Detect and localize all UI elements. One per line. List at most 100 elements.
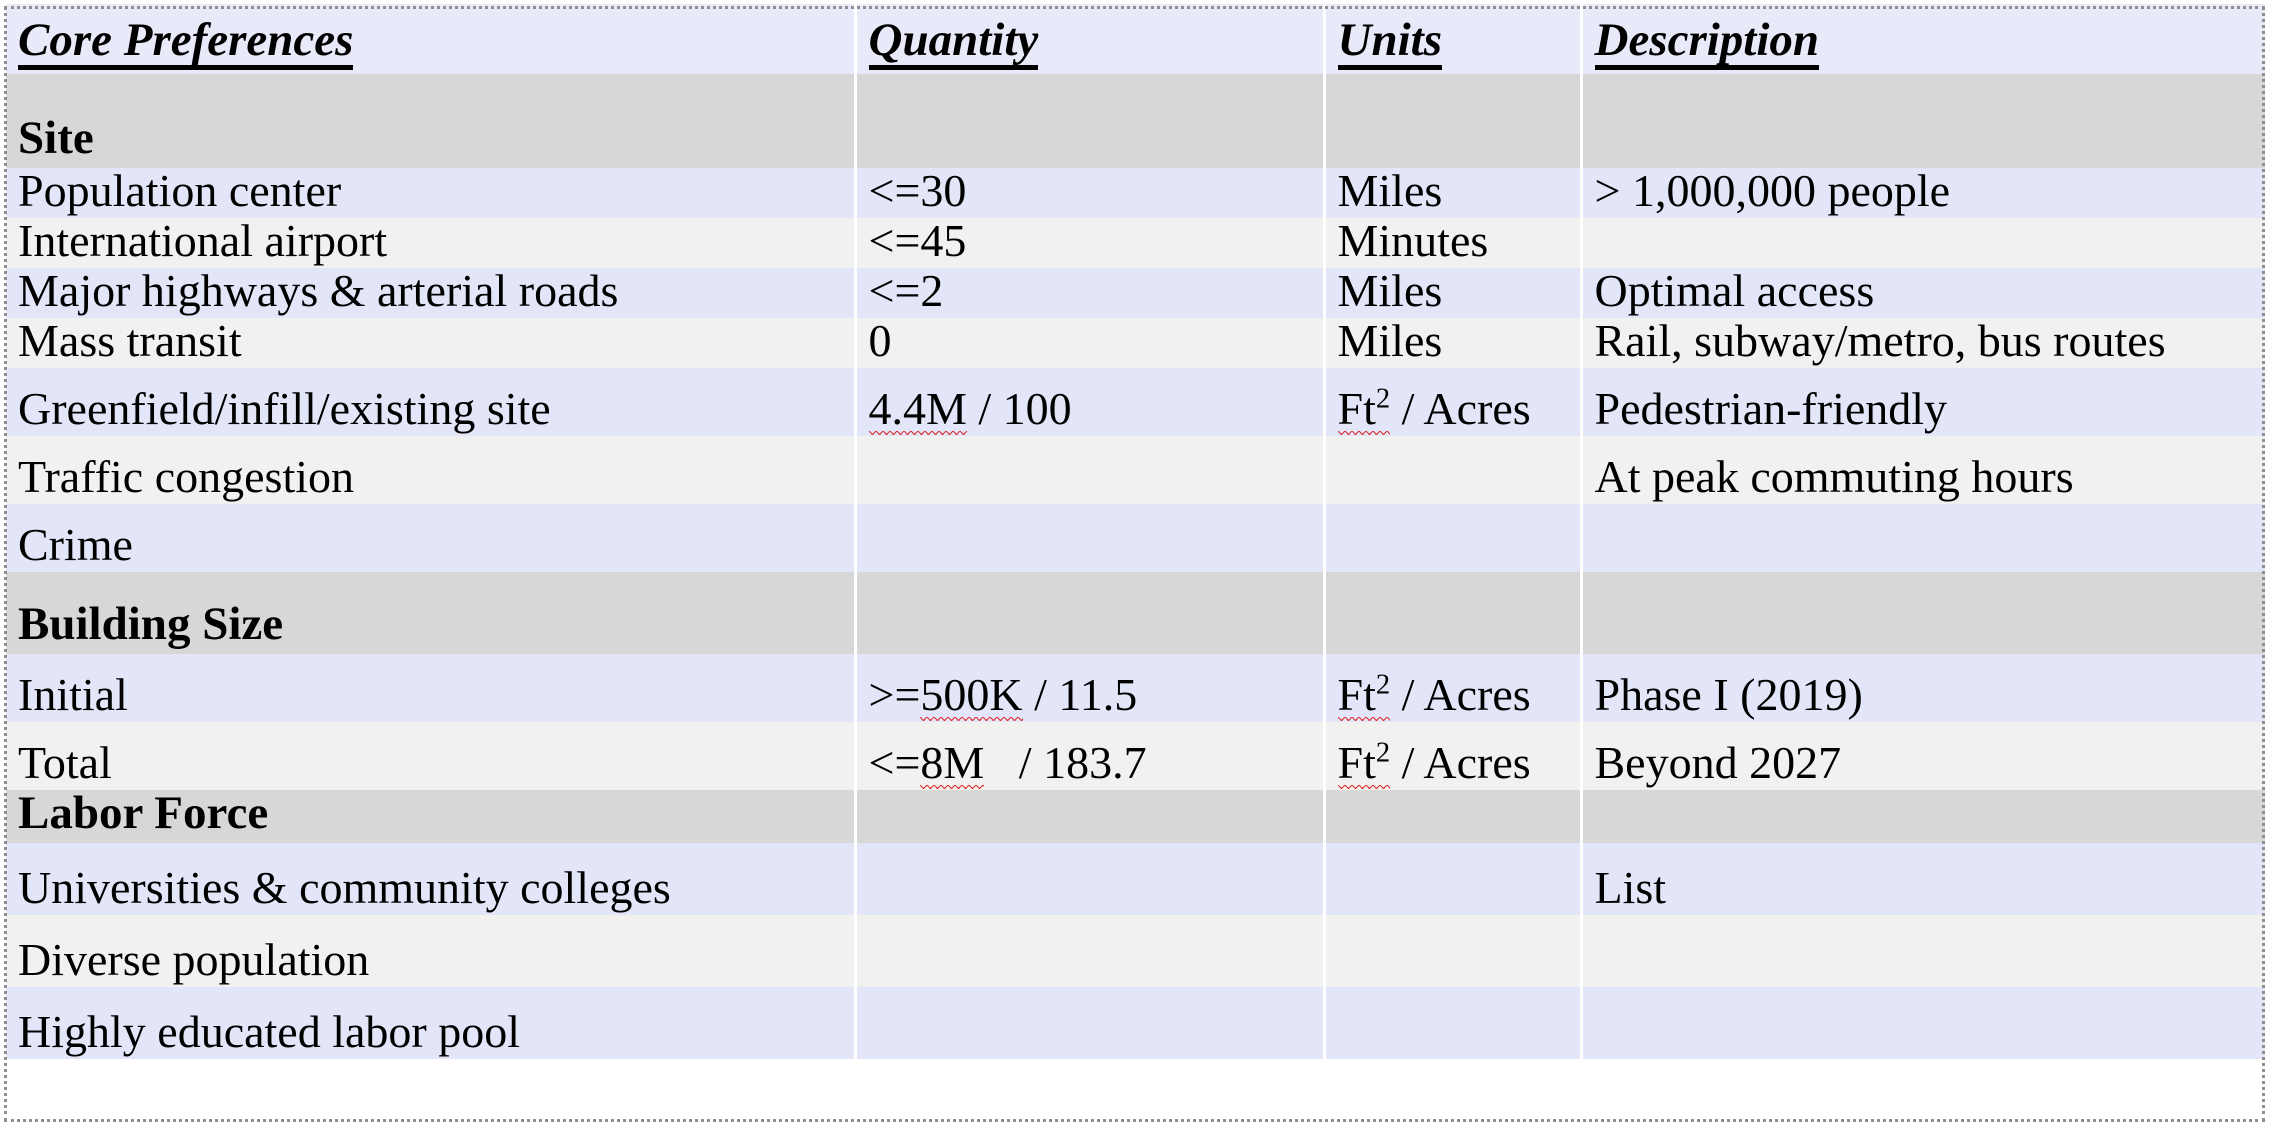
cell-units[interactable]: Miles: [1324, 318, 1583, 368]
spellcheck-term: Ft2: [1337, 383, 1390, 435]
cell-preference[interactable]: Mass transit: [6, 318, 857, 368]
cell-quantity-operator: >=: [868, 669, 921, 720]
cell-quantity[interactable]: [855, 843, 1326, 915]
cell-preference[interactable]: Greenfield/infill/existing site: [6, 368, 857, 436]
cell-quantity-rest: / 11.5: [1022, 669, 1138, 720]
cell-units[interactable]: [1324, 843, 1583, 915]
cell-preference[interactable]: Diverse population: [6, 915, 857, 987]
column-header-description[interactable]: Description: [1581, 4, 2265, 74]
cell-description[interactable]: Phase I (2019): [1581, 654, 2265, 722]
section-row-site: Site: [6, 74, 2265, 168]
column-header-quantity[interactable]: Quantity: [855, 4, 1326, 74]
table-row: Major highways & arterial roads <=2 Mile…: [6, 268, 2265, 318]
table-row: Crime: [6, 504, 2265, 572]
section-label-site[interactable]: Site: [6, 74, 857, 168]
cell-units[interactable]: [1324, 504, 1583, 572]
cell-units[interactable]: Ft2 / Acres: [1324, 654, 1583, 722]
cell-units-rest: / Acres: [1390, 669, 1531, 720]
cell-quantity[interactable]: <=2: [855, 268, 1326, 318]
cell-preference[interactable]: Traffic congestion: [6, 436, 857, 504]
cell-description[interactable]: Pedestrian-friendly: [1581, 368, 2265, 436]
cell-description[interactable]: Optimal access: [1581, 268, 2265, 318]
section-labor-description-cell[interactable]: [1581, 790, 2265, 843]
cell-description[interactable]: Beyond 2027: [1581, 722, 2265, 790]
section-building-units-cell[interactable]: [1324, 572, 1583, 654]
cell-preference[interactable]: Total: [6, 722, 857, 790]
table-row: Population center <=30 Miles > 1,000,000…: [6, 168, 2265, 218]
superscript-two: 2: [1375, 737, 1391, 769]
cell-preference[interactable]: Highly educated labor pool: [6, 987, 857, 1059]
cell-units[interactable]: Miles: [1324, 268, 1583, 318]
table-row: Diverse population: [6, 915, 2265, 987]
table-row: Greenfield/infill/existing site 4.4M / 1…: [6, 368, 2265, 436]
cell-quantity[interactable]: <=45: [855, 218, 1326, 268]
section-label-labor-force[interactable]: Labor Force: [6, 790, 857, 843]
cell-description[interactable]: [1581, 504, 2265, 572]
unit-ft: Ft: [1337, 737, 1376, 788]
section-row-building-size: Building Size: [6, 572, 2265, 654]
column-header-units-label: Units: [1337, 17, 1442, 70]
section-label-building-size[interactable]: Building Size: [6, 572, 857, 654]
cell-description[interactable]: [1581, 987, 2265, 1059]
cell-units[interactable]: [1324, 436, 1583, 504]
superscript-two: 2: [1375, 669, 1391, 701]
column-header-description-label: Description: [1594, 17, 1820, 70]
cell-quantity[interactable]: [855, 504, 1326, 572]
cell-units[interactable]: Miles: [1324, 168, 1583, 218]
section-site-description-cell[interactable]: [1581, 74, 2265, 168]
cell-preference[interactable]: Universities & community colleges: [6, 843, 857, 915]
unit-ft: Ft: [1337, 669, 1376, 720]
cell-description[interactable]: Rail, subway/metro, bus routes: [1581, 318, 2265, 368]
table-row: Total <=8M / 183.7 Ft2 / Acres Beyond 20…: [6, 722, 2265, 790]
cell-preference[interactable]: International airport: [6, 218, 857, 268]
cell-quantity[interactable]: 4.4M / 100: [855, 368, 1326, 436]
cell-units-rest: / Acres: [1390, 737, 1531, 788]
column-header-core-preferences[interactable]: Core Preferences: [6, 4, 857, 74]
cell-quantity[interactable]: <=30: [855, 168, 1326, 218]
spellcheck-term: Ft2: [1337, 737, 1391, 789]
section-labor-quantity-cell[interactable]: [855, 790, 1326, 843]
cell-units[interactable]: [1324, 915, 1583, 987]
section-site-quantity-cell[interactable]: [855, 74, 1326, 168]
cell-preference[interactable]: Population center: [6, 168, 857, 218]
cell-units[interactable]: Ft2 / Acres: [1324, 722, 1583, 790]
cell-units[interactable]: [1324, 987, 1583, 1059]
section-building-quantity-cell[interactable]: [855, 572, 1326, 654]
table-row: Mass transit 0 Miles Rail, subway/metro,…: [6, 318, 2265, 368]
cell-units[interactable]: Minutes: [1324, 218, 1583, 268]
table-row: International airport <=45 Minutes: [6, 218, 2265, 268]
cell-quantity[interactable]: <=8M / 183.7: [855, 722, 1326, 790]
section-site-units-cell[interactable]: [1324, 74, 1583, 168]
cell-quantity[interactable]: 0: [855, 318, 1326, 368]
cell-quantity-operator: <=: [868, 737, 921, 788]
column-header-units[interactable]: Units: [1324, 4, 1583, 74]
section-building-description-cell[interactable]: [1581, 572, 2265, 654]
column-header-quantity-label: Quantity: [868, 17, 1039, 70]
cell-quantity[interactable]: >=500K / 11.5: [855, 654, 1326, 722]
table-row: Highly educated labor pool: [6, 987, 2265, 1059]
spellcheck-term: 4.4M: [868, 383, 968, 435]
cell-quantity-rest: / 100: [966, 383, 1072, 434]
cell-description[interactable]: [1581, 218, 2265, 268]
cell-preference[interactable]: Major highways & arterial roads: [6, 268, 857, 318]
cell-units-rest: / Acres: [1390, 383, 1531, 434]
spellcheck-term: 8M: [920, 737, 985, 789]
cell-description[interactable]: List: [1581, 843, 2265, 915]
cell-quantity[interactable]: [855, 987, 1326, 1059]
table-container: Core Preferences Quantity Units Descript…: [0, 4, 2275, 1126]
cell-preference[interactable]: Initial: [6, 654, 857, 722]
table-header-row: Core Preferences Quantity Units Descript…: [6, 4, 2265, 74]
unit-ft: Ft: [1337, 383, 1376, 434]
core-preferences-table[interactable]: Core Preferences Quantity Units Descript…: [6, 4, 2265, 1059]
cell-quantity[interactable]: [855, 436, 1326, 504]
table-row: Initial >=500K / 11.5 Ft2 / Acres Phase …: [6, 654, 2265, 722]
table-row: Universities & community colleges List: [6, 843, 2265, 915]
section-labor-units-cell[interactable]: [1324, 790, 1583, 843]
cell-units[interactable]: Ft2 / Acres: [1324, 368, 1583, 436]
cell-description[interactable]: At peak commuting hours: [1581, 436, 2265, 504]
cell-quantity[interactable]: [855, 915, 1326, 987]
cell-preference[interactable]: Crime: [6, 504, 857, 572]
cell-description[interactable]: > 1,000,000 people: [1581, 168, 2265, 218]
spellcheck-term: Ft2: [1337, 669, 1391, 721]
cell-description[interactable]: [1581, 915, 2265, 987]
